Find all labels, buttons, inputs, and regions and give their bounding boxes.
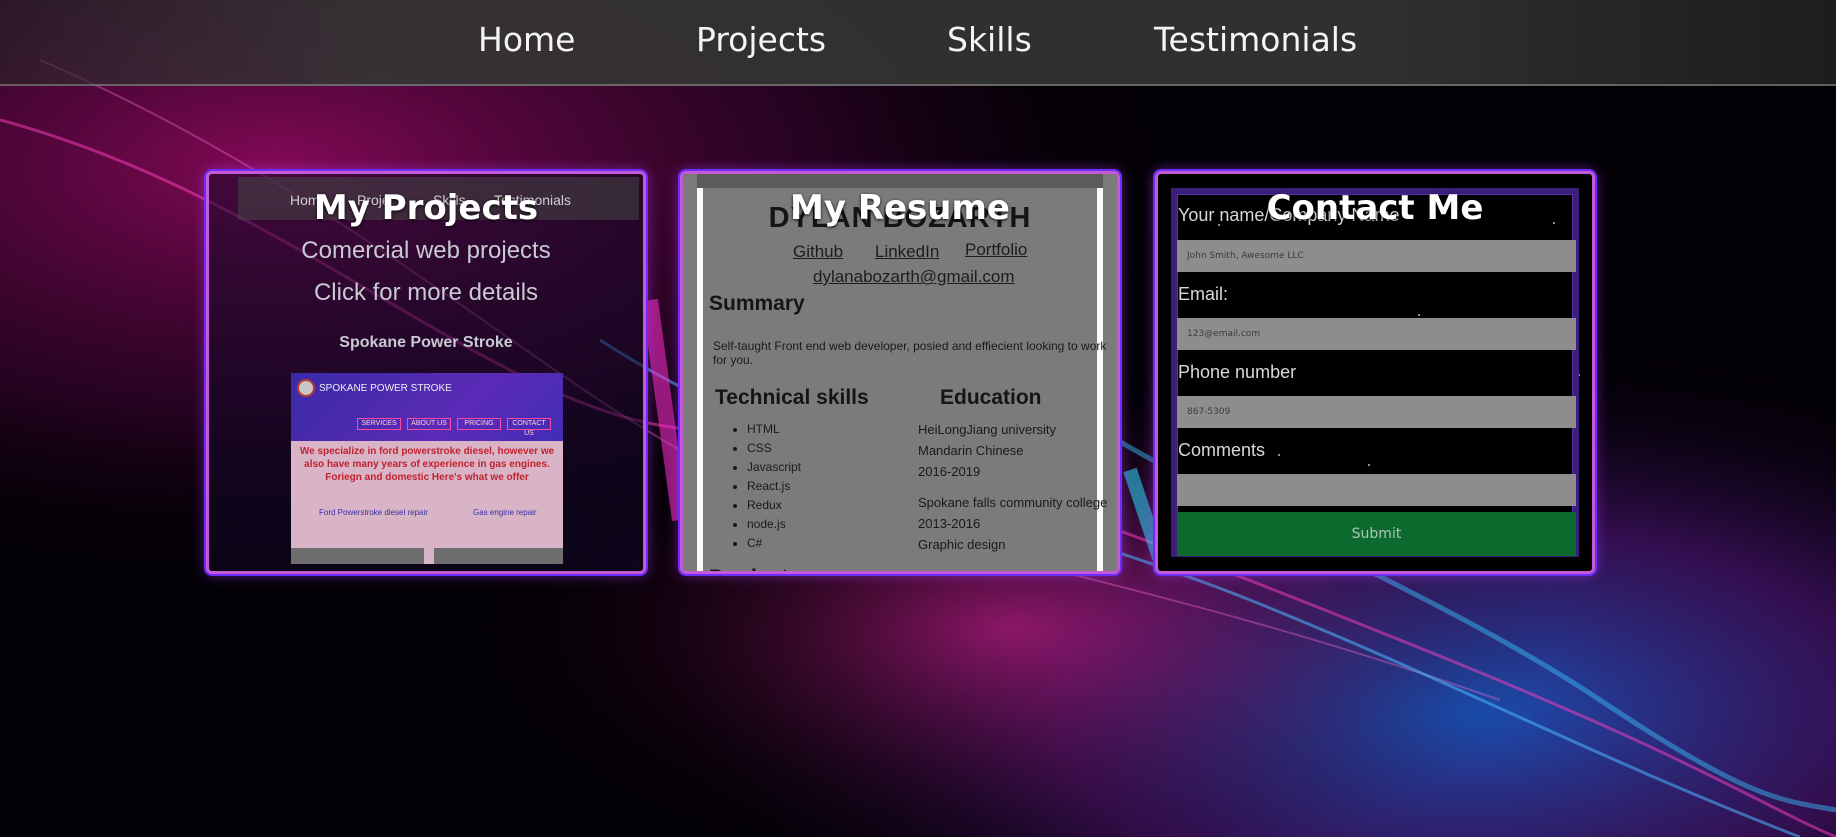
projects-preview: Home Proje Skills Testimonials Comercial… <box>209 174 643 571</box>
site-link: Ford Powerstroke diesel repair <box>319 508 428 517</box>
phone-label: Phone number <box>1178 362 1297 382</box>
card-title: Contact Me <box>1266 188 1484 228</box>
resume-top-bar <box>697 174 1103 188</box>
site-link: Gas engine repair <box>473 508 537 517</box>
nav-home[interactable]: Home <box>478 20 575 59</box>
email-label: Email: <box>1178 284 1229 304</box>
education-entry: HeiLongJiang university Mandarin Chinese… <box>918 419 1056 482</box>
site-logo-icon <box>297 379 315 397</box>
site-menu-item: CONTACT US <box>507 418 551 437</box>
resume-github-link: Github <box>793 242 844 261</box>
name-field[interactable] <box>1177 240 1576 272</box>
skills-heading: Technical skills <box>715 386 869 409</box>
comments-field[interactable] <box>1177 474 1576 506</box>
nav-projects[interactable]: Projects <box>696 20 826 59</box>
comments-label: Comments <box>1178 440 1266 460</box>
resume-card[interactable]: DYLAN BOZARTH Github LinkedIn Portfolio … <box>680 171 1120 574</box>
website-screenshot: SPOKANE POWER STROKE SERVICES ABOUT US P… <box>291 373 563 564</box>
email-field[interactable] <box>1177 318 1576 350</box>
projects-card[interactable]: Home Proje Skills Testimonials Comercial… <box>206 171 646 574</box>
resume-preview: DYLAN BOZARTH Github LinkedIn Portfolio … <box>683 174 1117 571</box>
top-navigation: Home Projects Skills Testimonials <box>0 0 1836 86</box>
skills-list: HTML CSS Javascript React.js Redux node.… <box>733 420 801 553</box>
summary-text: Self-taught Front end web developer, pos… <box>713 339 1107 367</box>
education-line: Graphic design <box>918 537 1006 552</box>
skill-item: React.js <box>747 477 801 496</box>
card-title: My Resume <box>789 188 1010 228</box>
education-heading: Education <box>940 386 1042 409</box>
skill-item: HTML <box>747 420 801 439</box>
education-line: 2016-2019 <box>918 464 981 479</box>
site-body-text: We specialize in ford powerstroke diesel… <box>299 446 555 483</box>
skill-item: Redux <box>747 496 801 515</box>
products-heading: Product <box>709 566 788 571</box>
skill-item: C# <box>747 534 801 553</box>
nav-testimonials[interactable]: Testimonials <box>1154 20 1357 59</box>
preview-subtitle: Comercial web projects <box>301 237 551 264</box>
resume-email-link: dylanabozarth@gmail.com <box>813 267 1015 286</box>
education-line: Mandarin Chinese <box>918 443 1024 458</box>
site-logo-text: SPOKANE POWER STROKE <box>319 383 452 394</box>
skill-item: CSS <box>747 439 801 458</box>
site-thumbnail-gap <box>424 548 434 564</box>
nav-skills[interactable]: Skills <box>947 20 1032 59</box>
site-menu-item: SERVICES <box>357 418 401 430</box>
resume-page-edge <box>697 188 703 571</box>
contact-form-preview: Your name/Company Name Email: Phone numb… <box>1158 174 1592 571</box>
resume-portfolio-link: Portfolio <box>965 240 1028 259</box>
education-line: Spokane falls community college <box>918 495 1108 510</box>
site-menu-item: PRICING <box>457 418 501 430</box>
submit-button[interactable]: Submit <box>1177 512 1576 556</box>
phone-field[interactable] <box>1177 396 1576 428</box>
summary-heading: Summary <box>709 292 805 315</box>
education-entry: Spokane falls community college 2013-201… <box>918 492 1107 555</box>
education-line: 2013-2016 <box>918 516 981 531</box>
contact-card[interactable]: Your name/Company Name Email: Phone numb… <box>1155 171 1595 574</box>
preview-site-name: Spokane Power Stroke <box>339 334 513 351</box>
preview-hint: Click for more details <box>313 279 539 306</box>
skill-item: Javascript <box>747 458 801 477</box>
card-title: My Projects <box>313 188 539 228</box>
education-line: HeiLongJiang university <box>918 422 1057 437</box>
skill-item: node.js <box>747 515 801 534</box>
resume-linkedin-link: LinkedIn <box>875 242 940 261</box>
site-menu-item: ABOUT US <box>407 418 451 430</box>
site-menu: SERVICES ABOUT US PRICING CONTACT US <box>291 418 563 437</box>
